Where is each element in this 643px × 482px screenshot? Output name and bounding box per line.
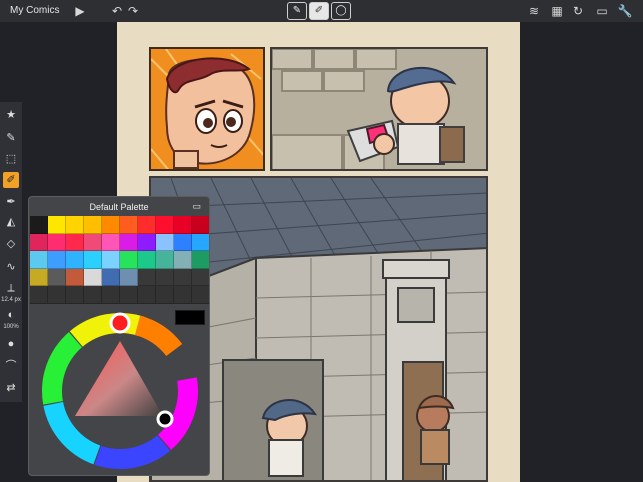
panel-2-illustration [272, 49, 486, 169]
palette-color-14[interactable] [84, 233, 102, 252]
palette-color-12[interactable] [48, 233, 66, 252]
palette-color-15[interactable] [102, 233, 120, 252]
lasso-icon[interactable]: ◯ [331, 2, 351, 20]
opacity-label: 100% [3, 324, 19, 330]
panel-1-illustration [151, 49, 263, 169]
palette-popup: Default Palette ▭ [28, 196, 210, 476]
redo-icon[interactable]: ↷ [125, 3, 141, 19]
palette-color-2[interactable] [48, 216, 66, 234]
palette-grid [30, 216, 209, 304]
palette-color-9[interactable] [174, 216, 192, 234]
palette-color-30[interactable] [192, 251, 209, 269]
brush-size-icon[interactable]: ⟂ [3, 280, 19, 296]
palette-color-48[interactable] [156, 286, 174, 304]
palette-color-43[interactable] [66, 286, 84, 304]
palette-color-37[interactable] [138, 268, 156, 287]
palette-color-18[interactable] [156, 233, 174, 252]
palette-color-47[interactable] [138, 286, 156, 304]
palette-color-42[interactable] [48, 286, 66, 304]
palette-color-17[interactable] [138, 233, 156, 252]
palette-color-49[interactable] [174, 286, 192, 304]
palette-color-44[interactable] [84, 286, 102, 304]
palette-color-10[interactable] [192, 216, 209, 234]
comic-panel-2 [270, 47, 488, 171]
color-wheel-graphic[interactable] [41, 312, 199, 470]
eraser-icon[interactable]: ◇ [3, 236, 19, 252]
opacity-icon[interactable]: ◐ [3, 307, 19, 323]
palette-color-39[interactable] [174, 268, 192, 287]
palette-color-41[interactable] [30, 286, 48, 304]
app-title[interactable]: My Comics [10, 5, 59, 16]
eraser-icon[interactable]: ✐ [309, 2, 329, 20]
pen-icon[interactable]: ✎ [3, 130, 19, 146]
palette-color-29[interactable] [174, 251, 192, 269]
file-icon[interactable]: ▭ [594, 3, 610, 19]
top-bar: My Comics ▶ ↶ ↷ ✎ ✐ ◯ ≋ ▦ ↻ ▭ 🔧 [0, 0, 643, 22]
palette-color-5[interactable] [102, 216, 120, 234]
palette-color-20[interactable] [192, 233, 209, 252]
grid-icon[interactable]: ▦ [549, 3, 565, 19]
palette-color-22[interactable] [48, 251, 66, 269]
palette-color-31[interactable] [30, 268, 48, 287]
saturation-handle[interactable] [156, 410, 174, 428]
undo-icon[interactable]: ↶ [109, 3, 125, 19]
palette-color-7[interactable] [138, 216, 156, 234]
palette-color-19[interactable] [174, 233, 192, 252]
palette-color-25[interactable] [102, 251, 120, 269]
palette-color-13[interactable] [66, 233, 84, 252]
star-icon[interactable]: ★ [3, 107, 19, 123]
palette-color-33[interactable] [66, 268, 84, 287]
tool-sidebar: ★ ✎ ⬚ ✐ ✒ ◭ ◇ ∿ ⟂ 12.4 px ◐ 100% ● ⌒ ⇄ [0, 102, 22, 402]
color-icon[interactable]: ● [3, 336, 19, 352]
palette-color-21[interactable] [30, 251, 48, 269]
eyedropper-icon[interactable]: ⌒ [3, 358, 19, 374]
brush-size-label: 12.4 px [1, 297, 21, 303]
palette-color-38[interactable] [156, 268, 174, 287]
palette-color-6[interactable] [120, 216, 138, 234]
video-icon[interactable]: ▶ [72, 3, 88, 19]
color-wheel[interactable] [41, 312, 199, 470]
palette-color-26[interactable] [120, 251, 138, 269]
palette-color-50[interactable] [192, 286, 209, 304]
refresh-icon[interactable]: ↻ [570, 3, 586, 19]
palette-color-36[interactable] [120, 268, 138, 287]
brush-icon[interactable]: ✎ [287, 2, 307, 20]
palette-title: Default Palette [89, 202, 149, 212]
palette-color-23[interactable] [66, 251, 84, 269]
flip-icon[interactable]: ⇄ [3, 380, 19, 396]
palette-color-24[interactable] [84, 251, 102, 269]
palette-color-1[interactable] [30, 216, 48, 234]
selection-icon[interactable]: ⬚ [3, 151, 19, 167]
curve-icon[interactable]: ∿ [3, 259, 19, 275]
palette-color-40[interactable] [192, 268, 209, 287]
palette-color-35[interactable] [102, 268, 120, 287]
hue-handle[interactable] [109, 312, 131, 334]
palette-color-8[interactable] [156, 216, 174, 234]
palette-color-3[interactable] [66, 216, 84, 234]
palette-color-28[interactable] [156, 251, 174, 269]
palette-color-32[interactable] [48, 268, 66, 287]
folder-icon[interactable]: ▭ [192, 201, 201, 212]
palette-color-16[interactable] [120, 233, 138, 252]
pen-tool-icon[interactable]: ✒ [3, 194, 19, 210]
tool-group: ✎ ✐ ◯ [287, 2, 353, 20]
layers-icon[interactable]: ≋ [526, 3, 542, 19]
comic-panel-1 [149, 47, 265, 171]
brush-icon[interactable]: ✐ [3, 172, 19, 188]
fill-icon[interactable]: ◭ [3, 214, 19, 230]
palette-color-46[interactable] [120, 286, 138, 304]
wrench-icon[interactable]: 🔧 [617, 3, 633, 19]
palette-color-34[interactable] [84, 268, 102, 287]
palette-color-27[interactable] [138, 251, 156, 269]
palette-color-45[interactable] [102, 286, 120, 304]
palette-color-4[interactable] [84, 216, 102, 234]
palette-color-11[interactable] [30, 233, 48, 252]
